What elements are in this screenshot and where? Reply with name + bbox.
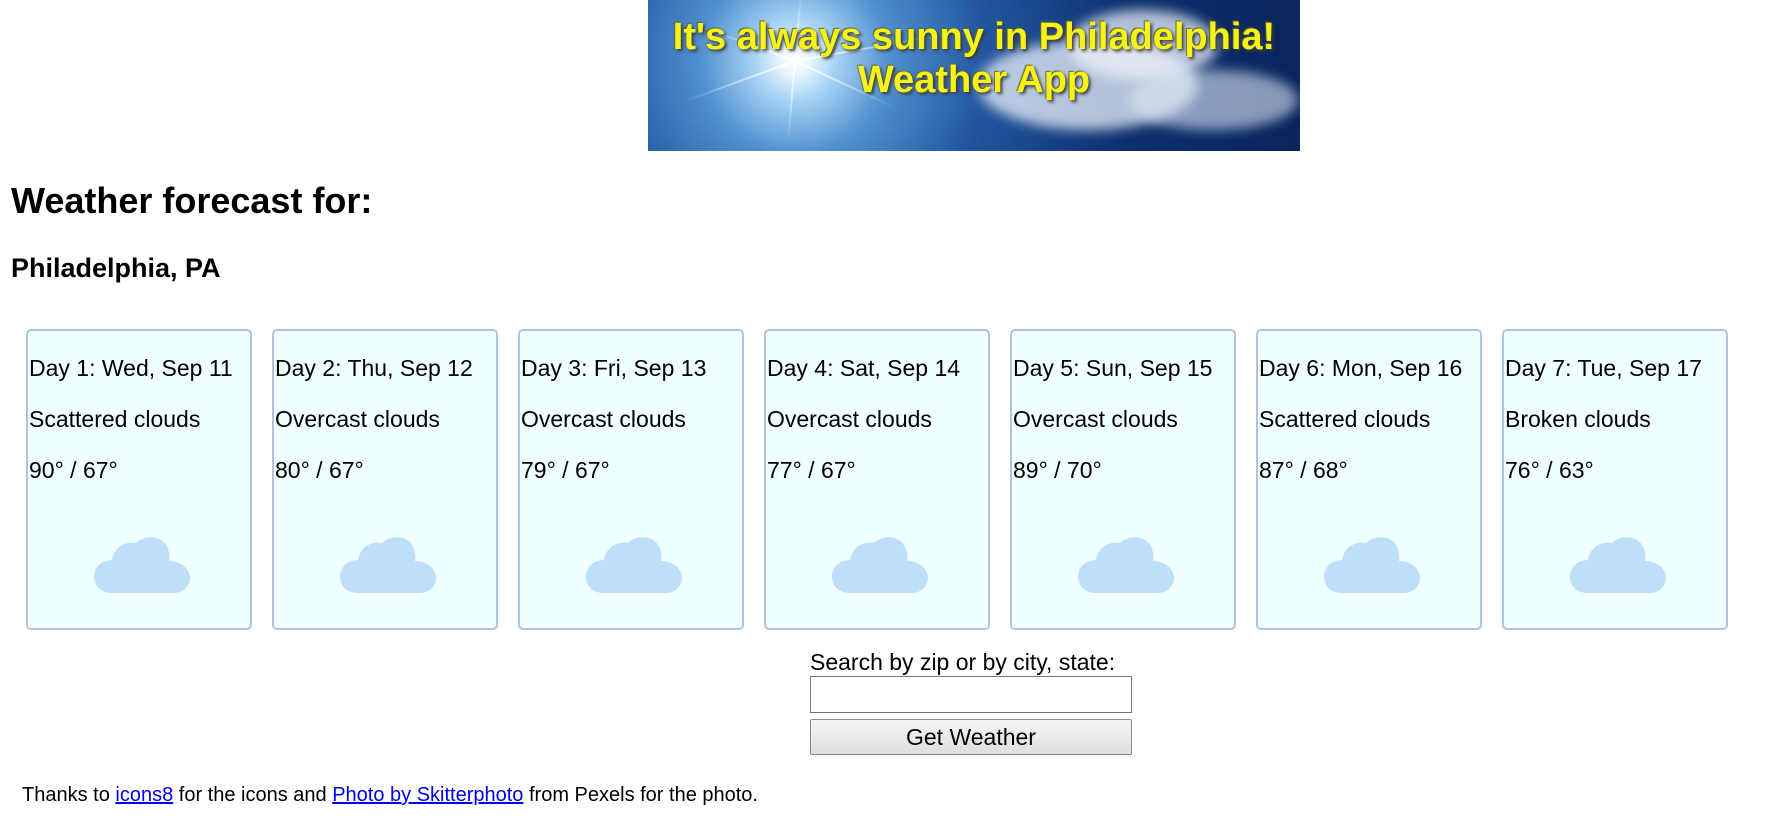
cloud-icon <box>1570 537 1666 593</box>
forecast-card-day-5: Day 5: Sun, Sep 15 Overcast clouds 89° /… <box>1010 329 1236 630</box>
forecast-card-day-1: Day 1: Wed, Sep 11 Scattered clouds 90° … <box>26 329 252 630</box>
cloud-icon <box>1078 537 1174 593</box>
forecast-day-label: Day 6: Mon, Sep 16 <box>1259 355 1463 381</box>
page-title: Weather forecast for: <box>11 180 373 221</box>
banner-title-line1: It's always sunny in Philadelphia! <box>672 16 1276 58</box>
forecast-card-day-3: Day 3: Fri, Sep 13 Overcast clouds 79° /… <box>518 329 744 630</box>
forecast-description: Overcast clouds <box>1013 406 1178 432</box>
banner-title-line2: Weather App <box>857 59 1091 101</box>
forecast-description: Overcast clouds <box>275 406 440 432</box>
cloud-icon <box>832 537 928 593</box>
cloud-icon <box>340 537 436 593</box>
forecast-day-label: Day 2: Thu, Sep 12 <box>275 355 473 381</box>
credits-text: from Pexels for the photo. <box>523 784 758 806</box>
forecast-card-day-2: Day 2: Thu, Sep 12 Overcast clouds 80° /… <box>272 329 498 630</box>
credits-footer: Thanks to icons8 for the icons and Photo… <box>22 781 758 809</box>
get-weather-button[interactable]: Get Weather <box>810 719 1132 755</box>
search-label: Search by zip or by city, state: <box>810 649 1116 675</box>
icons8-link[interactable]: icons8 <box>115 784 173 806</box>
credits-text: for the icons and <box>173 784 333 806</box>
forecast-day-label: Day 5: Sun, Sep 15 <box>1013 355 1213 381</box>
forecast-temperatures: 87° / 68° <box>1259 457 1348 483</box>
cloud-icon <box>1324 537 1420 593</box>
forecast-temperatures: 79° / 67° <box>521 457 610 483</box>
forecast-description: Scattered clouds <box>29 406 201 432</box>
search-input[interactable] <box>810 676 1132 713</box>
search-form: Search by zip or by city, state: Get Wea… <box>810 648 1132 755</box>
photo-credit-link[interactable]: Photo by Skitterphoto <box>332 784 523 806</box>
forecast-description: Broken clouds <box>1505 406 1651 432</box>
cloud-icon <box>586 537 682 593</box>
forecast-temperatures: 80° / 67° <box>275 457 364 483</box>
forecast-description: Overcast clouds <box>767 406 932 432</box>
cloud-icon <box>94 537 190 593</box>
forecast-day-label: Day 7: Tue, Sep 17 <box>1505 355 1702 381</box>
forecast-day-label: Day 3: Fri, Sep 13 <box>521 355 707 381</box>
forecast-card-day-6: Day 6: Mon, Sep 16 Scattered clouds 87° … <box>1256 329 1482 630</box>
header-banner: It's always sunny in Philadelphia! Weath… <box>648 0 1300 151</box>
forecast-day-label: Day 1: Wed, Sep 11 <box>29 355 233 381</box>
forecast-card-day-4: Day 4: Sat, Sep 14 Overcast clouds 77° /… <box>764 329 990 630</box>
forecast-temperatures: 76° / 63° <box>1505 457 1594 483</box>
forecast-description: Scattered clouds <box>1259 406 1431 432</box>
location-title: Philadelphia, PA <box>11 253 221 283</box>
credits-text: Thanks to <box>22 784 116 806</box>
forecast-temperatures: 77° / 67° <box>767 457 856 483</box>
forecast-temperatures: 90° / 67° <box>29 457 118 483</box>
forecast-day-label: Day 4: Sat, Sep 14 <box>767 355 961 381</box>
forecast-description: Overcast clouds <box>521 406 686 432</box>
forecast-card-day-7: Day 7: Tue, Sep 17 Broken clouds 76° / 6… <box>1502 329 1728 630</box>
forecast-temperatures: 89° / 70° <box>1013 457 1102 483</box>
